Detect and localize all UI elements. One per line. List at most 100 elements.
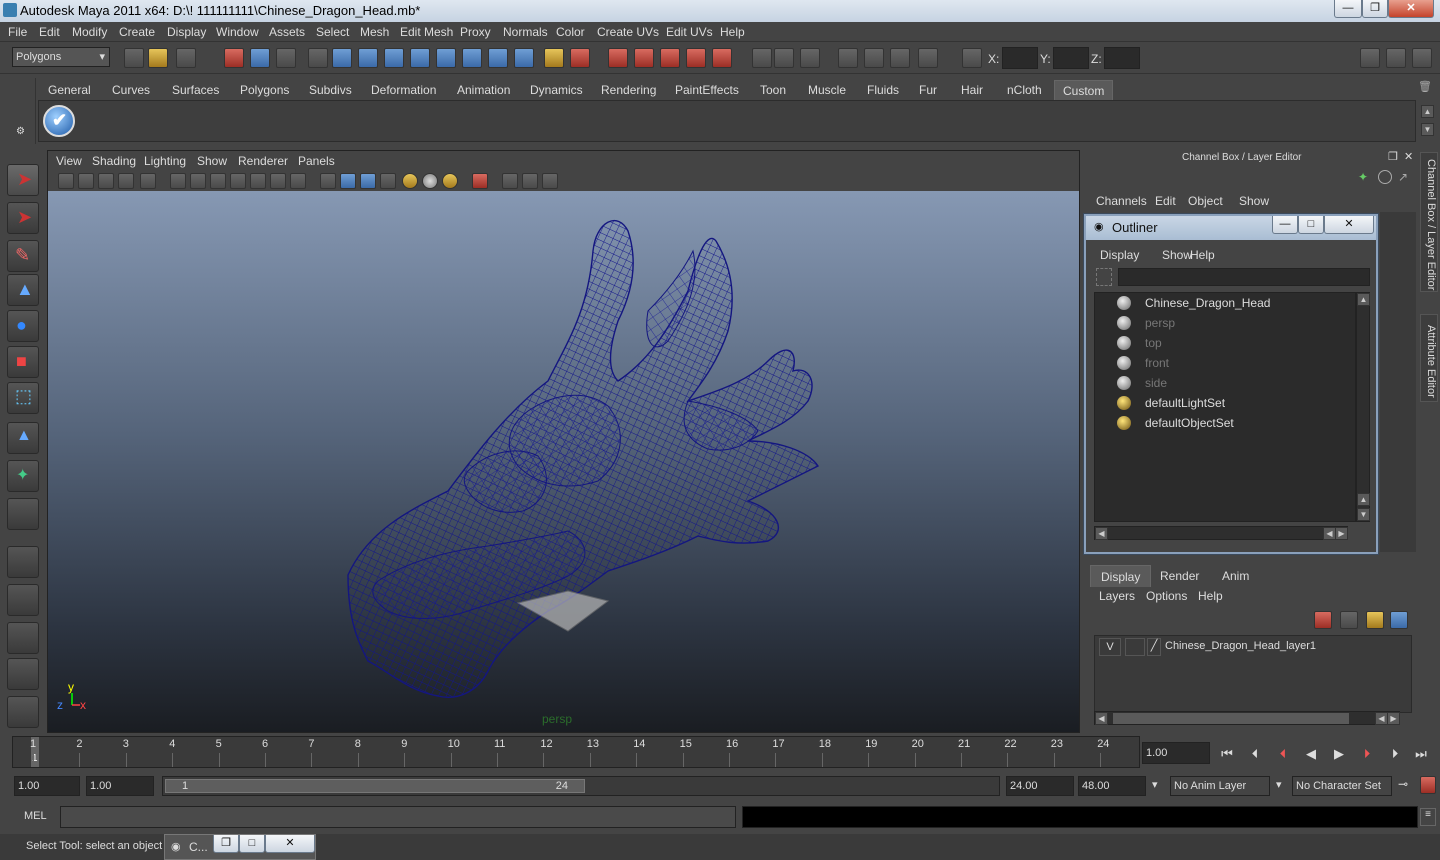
animation-end-input[interactable]: 48.00 <box>1078 776 1146 796</box>
scroll-thumb[interactable] <box>1113 713 1349 724</box>
menu-proxy[interactable]: Proxy <box>460 25 491 39</box>
tab-fluids[interactable]: Fluids <box>867 80 899 100</box>
render-view-icon[interactable] <box>712 48 732 68</box>
rotate-tool-icon[interactable]: ● <box>7 310 39 342</box>
channel-edit-menu[interactable]: Edit <box>1155 194 1176 208</box>
transform-mode-icon[interactable] <box>962 48 982 68</box>
menu-create[interactable]: Create <box>119 25 155 39</box>
outliner-hscrollbar[interactable]: ◀ ◀ ▶ <box>1094 526 1348 540</box>
menu-display[interactable]: Display <box>167 25 206 39</box>
tab-polygons[interactable]: Polygons <box>240 80 289 100</box>
move-layer-up-icon[interactable] <box>1314 611 1332 629</box>
clapboard-icon[interactable] <box>864 48 884 68</box>
show-manipulator-icon[interactable]: ✦ <box>7 460 39 492</box>
play-backwards-icon[interactable]: ◀ <box>1300 744 1322 764</box>
outliner-item[interactable]: Chinese_Dragon_Head <box>1117 293 1270 313</box>
key-icon[interactable]: ⊸ <box>1398 777 1408 791</box>
tab-toon[interactable]: Toon <box>760 80 786 100</box>
maximize-button[interactable]: ❐ <box>1362 0 1388 18</box>
outliner-item[interactable]: defaultObjectSet <box>1117 413 1234 433</box>
image-plane-icon[interactable] <box>118 173 134 189</box>
viewport-menu-show[interactable]: Show <box>197 154 227 168</box>
range-slider-thumb[interactable]: 1 24 <box>165 779 585 793</box>
shelf-scroll-up-icon[interactable]: ▲ <box>1421 105 1434 118</box>
playback-end-input[interactable]: 24.00 <box>1006 776 1074 796</box>
scroll-right-icon[interactable]: ▶ <box>1387 712 1400 725</box>
help-question-icon[interactable] <box>514 48 534 68</box>
last-tool-icon[interactable] <box>7 498 39 530</box>
go-to-start-icon[interactable]: ⏮ <box>1216 744 1238 764</box>
safe-action-icon[interactable] <box>270 173 286 189</box>
lasso-tool-icon[interactable]: ➤ <box>7 202 39 234</box>
tab-general[interactable]: General <box>48 80 91 100</box>
snap-curve-icon[interactable] <box>358 48 378 68</box>
layers-menu[interactable]: Layers <box>1099 589 1135 603</box>
step-back-frame-icon[interactable]: ⏴ <box>1272 744 1294 764</box>
scroll-left-icon[interactable]: ◀ <box>1095 712 1108 725</box>
layer-name[interactable]: Chinese_Dragon_Head_layer1 <box>1165 640 1316 652</box>
close-button[interactable]: ✕ <box>265 835 315 853</box>
select-hierarchy-icon[interactable] <box>224 48 244 68</box>
layer-visibility-toggle[interactable]: V <box>1099 638 1121 656</box>
tab-dynamics[interactable]: Dynamics <box>530 80 583 100</box>
menu-assets[interactable]: Assets <box>269 25 305 39</box>
render-region-icon[interactable] <box>838 48 858 68</box>
grid-icon[interactable] <box>170 173 186 189</box>
tab-rendering[interactable]: Rendering <box>601 80 656 100</box>
viewport-menu-renderer[interactable]: Renderer <box>238 154 288 168</box>
x-input[interactable] <box>1002 47 1038 69</box>
outliner-close-button[interactable]: ✕ <box>1324 216 1374 234</box>
snap-point-icon[interactable] <box>384 48 404 68</box>
go-to-end-icon[interactable]: ⏭ <box>1410 744 1432 764</box>
anim-layer-dropdown[interactable]: No Anim Layer <box>1170 776 1270 796</box>
single-pane-layout-icon[interactable] <box>7 546 39 578</box>
new-layer-selected-icon[interactable] <box>1390 611 1408 629</box>
scale-tool-icon[interactable]: ■ <box>7 346 39 378</box>
tab-animation[interactable]: Animation <box>457 80 510 100</box>
wireframe-icon[interactable] <box>320 173 336 189</box>
textured-icon[interactable] <box>380 173 396 189</box>
graph-layout-icon[interactable] <box>7 658 39 690</box>
outliner-menu-show[interactable]: Show <box>1162 248 1192 262</box>
tab-curves[interactable]: Curves <box>112 80 150 100</box>
outliner-filter-icon[interactable] <box>1096 268 1112 286</box>
bookmark-icon[interactable] <box>98 173 114 189</box>
current-time-input[interactable]: 1.00 <box>1142 742 1210 764</box>
safe-title-icon[interactable] <box>290 173 306 189</box>
scroll-left-icon[interactable]: ◀ <box>1095 527 1108 540</box>
input-line-icon[interactable] <box>752 48 772 68</box>
move-tool-icon[interactable]: ▲ <box>7 274 39 306</box>
resolution-gate-icon[interactable] <box>210 173 226 189</box>
layer-color-swatch[interactable]: ╱ <box>1147 638 1161 656</box>
outliner-search-input[interactable] <box>1118 268 1370 286</box>
select-object-icon[interactable] <box>250 48 270 68</box>
pin-icon[interactable]: ↗ <box>1398 170 1412 184</box>
step-back-key-icon[interactable]: ⏴ <box>1244 744 1266 764</box>
shelf-menu-handle[interactable]: ⚙ <box>6 78 36 144</box>
menu-modify[interactable]: Modify <box>72 25 107 39</box>
tab-fur[interactable]: Fur <box>919 80 937 100</box>
channel-box-layout-icon[interactable] <box>1378 170 1392 184</box>
tab-anim[interactable]: Anim <box>1212 565 1259 587</box>
outliner-item[interactable]: persp <box>1117 313 1175 333</box>
camera-attributes-icon[interactable] <box>78 173 94 189</box>
show-hide-icon[interactable] <box>918 48 938 68</box>
wireframe-on-shaded-icon[interactable] <box>360 173 376 189</box>
menu-color[interactable]: Color <box>556 25 585 39</box>
layer-help-menu[interactable]: Help <box>1198 589 1223 603</box>
menu-window[interactable]: Window <box>216 25 259 39</box>
tab-channel-box-layer-editor[interactable]: Channel Box / Layer Editor <box>1420 152 1438 292</box>
float-panel-icon[interactable]: ❐ <box>1388 150 1398 163</box>
smooth-shade-icon[interactable] <box>340 173 356 189</box>
render-frame-icon[interactable] <box>608 48 628 68</box>
hypershade-icon[interactable] <box>686 48 706 68</box>
menu-normals[interactable]: Normals <box>503 25 548 39</box>
command-input[interactable] <box>60 806 736 828</box>
relative-transform-icon[interactable] <box>800 48 820 68</box>
menu-select[interactable]: Select <box>316 25 349 39</box>
tool-settings-toggle-icon[interactable] <box>1386 48 1406 68</box>
chevron-down-icon[interactable]: ▾ <box>1152 778 1158 791</box>
xray-joints-icon[interactable] <box>522 173 538 189</box>
play-forwards-icon[interactable]: ▶ <box>1328 744 1350 764</box>
shadows-icon[interactable] <box>442 173 458 189</box>
